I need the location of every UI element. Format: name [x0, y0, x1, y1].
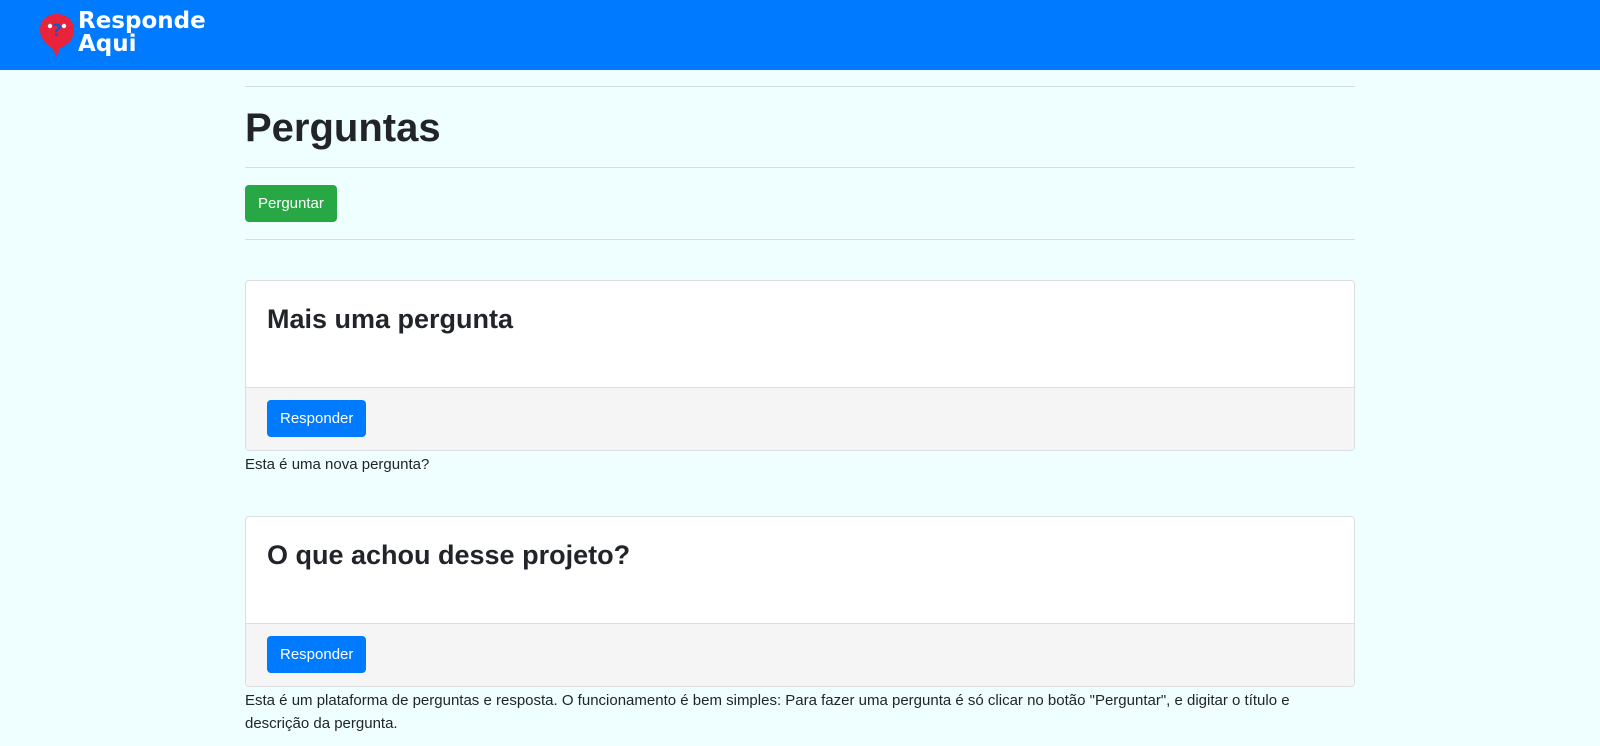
question-title: O que achou desse projeto? [267, 540, 631, 570]
brand-logo-link[interactable]: ? Responde Aqui [38, 10, 206, 58]
question-item: Mais uma pergunta Responder Esta é uma n… [245, 280, 1355, 476]
question-pin-icon: ? [40, 14, 74, 57]
question-card: O que achou desse projeto? Responder [245, 516, 1355, 687]
question-card-body: Mais uma pergunta [246, 281, 1354, 387]
question-card-body: O que achou desse projeto? [246, 517, 1354, 623]
question-card: Mais uma pergunta Responder [245, 280, 1355, 451]
question-title: Mais uma pergunta [267, 304, 514, 334]
question-item: O que achou desse projeto? Responder Est… [245, 516, 1355, 735]
page-title: Perguntas [245, 106, 441, 150]
question-card-footer: Responder [246, 387, 1354, 450]
brand-line-1: Responde [78, 8, 206, 34]
question-description: Esta é um plataforma de perguntas e resp… [245, 692, 1290, 732]
divider [245, 239, 1355, 240]
divider [245, 167, 1355, 168]
divider [245, 86, 1355, 87]
answer-button[interactable]: Responder [267, 636, 367, 673]
main-content: Perguntas Perguntar Mais uma pergunta Re… [245, 70, 1355, 735]
answer-button[interactable]: Responder [267, 400, 367, 437]
question-card-footer: Responder [246, 623, 1354, 686]
svg-text:?: ? [52, 21, 62, 41]
question-description: Esta é uma nova pergunta? [245, 456, 430, 473]
brand-name: Responde Aqui [78, 10, 206, 56]
ask-question-button[interactable]: Perguntar [245, 185, 337, 222]
brand-line-2: Aqui [78, 31, 137, 57]
navbar: ? Responde Aqui [0, 0, 1600, 70]
